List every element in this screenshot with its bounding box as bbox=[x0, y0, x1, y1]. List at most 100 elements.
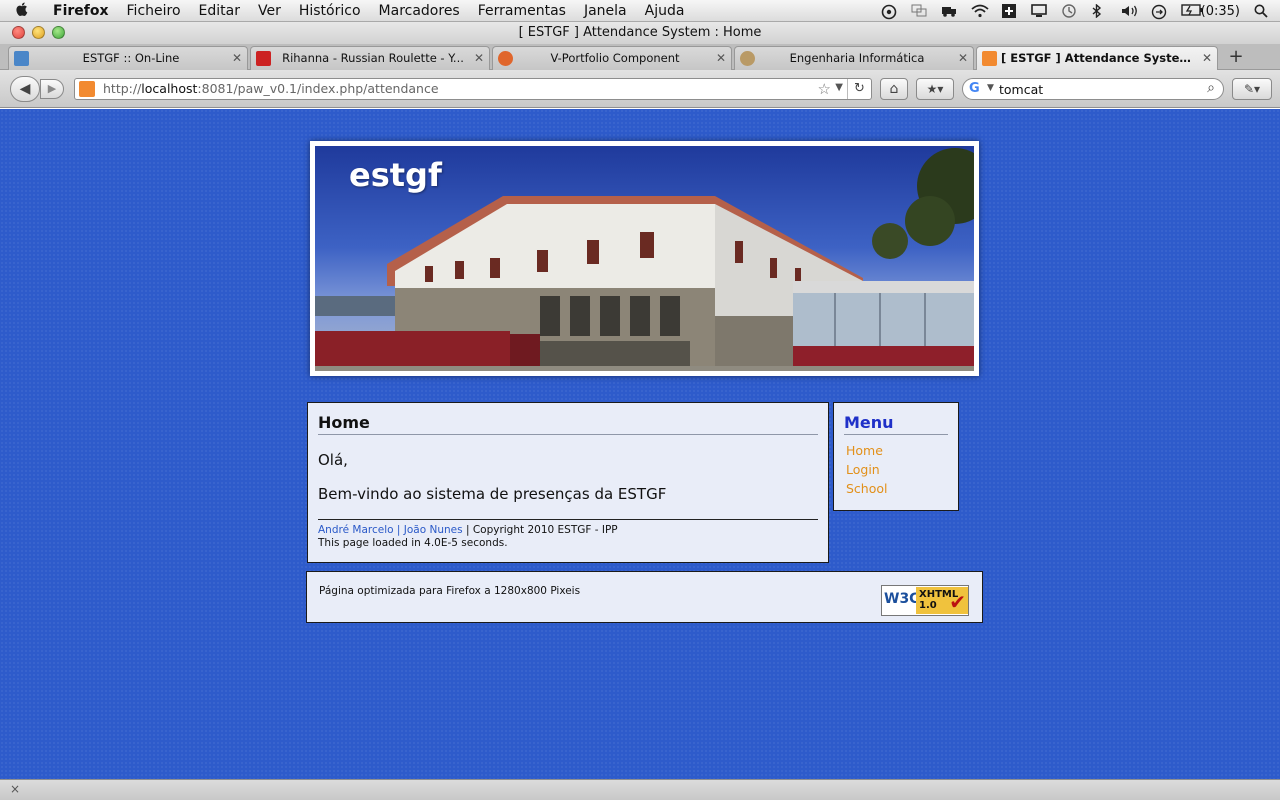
menu-janela[interactable]: Janela bbox=[575, 3, 636, 19]
close-addon-bar-icon[interactable]: × bbox=[10, 780, 20, 799]
menu-ajuda[interactable]: Ajuda bbox=[636, 3, 694, 19]
tab-attendance-active[interactable]: [ ESTGF ] Attendance System : ... ✕ bbox=[976, 46, 1218, 70]
gear-cog-icon[interactable] bbox=[881, 4, 897, 20]
menu-historico[interactable]: Histórico bbox=[290, 3, 370, 19]
window-titlebar: [ ESTGF ] Attendance System : Home bbox=[0, 22, 1280, 44]
home-button[interactable]: ⌂ bbox=[880, 78, 908, 100]
menu-ficheiro[interactable]: Ficheiro bbox=[118, 3, 190, 19]
author-link-joao[interactable]: João Nunes bbox=[404, 524, 463, 536]
joomla-icon bbox=[498, 51, 513, 66]
main-content-panel: Home Olá, Bem-vindo ao sistema de presen… bbox=[307, 402, 829, 563]
url-host: localhost bbox=[141, 81, 198, 96]
back-button[interactable]: ◀ bbox=[10, 76, 40, 102]
history-dropdown-icon[interactable]: ▼ bbox=[835, 82, 843, 93]
battery-time: (0:35) bbox=[1200, 3, 1240, 19]
battery-icon bbox=[1180, 4, 1202, 18]
menu-ferramentas[interactable]: Ferramentas bbox=[469, 3, 575, 19]
optimization-notice-panel: Página optimizada para Firefox a 1280x80… bbox=[306, 571, 983, 623]
volume-icon[interactable] bbox=[1121, 4, 1137, 18]
menu-heading: Menu bbox=[844, 413, 948, 435]
battery-indicator[interactable]: (0:35) bbox=[1180, 3, 1240, 19]
tab-close-icon[interactable]: ✕ bbox=[716, 47, 726, 69]
campus-building-image: estgf bbox=[315, 146, 974, 371]
menu-link-home[interactable]: Home bbox=[844, 441, 948, 460]
new-tab-button[interactable]: + bbox=[1222, 47, 1250, 69]
load-time-text: This page loaded in 4.0E-5 seconds. bbox=[318, 537, 508, 549]
status-tray: (0:35) bbox=[881, 0, 1270, 22]
menu-firefox[interactable]: Firefox bbox=[44, 3, 118, 19]
google-icon[interactable]: G bbox=[969, 81, 980, 96]
mac-menubar: Firefox Ficheiro Editar Ver Histórico Ma… bbox=[0, 0, 1280, 22]
bookmark-star-icon[interactable]: ☆ bbox=[818, 80, 831, 98]
search-bar[interactable]: G ▼ tomcat ⌕ bbox=[962, 78, 1224, 100]
close-window-button[interactable] bbox=[12, 26, 25, 39]
tab-close-icon[interactable]: ✕ bbox=[1202, 47, 1212, 69]
bookmarks-icon: ★▾ bbox=[926, 82, 944, 96]
status-bar: × bbox=[0, 779, 1280, 800]
menu-ver[interactable]: Ver bbox=[249, 3, 290, 19]
engine-dropdown-icon[interactable]: ▼ bbox=[987, 83, 994, 93]
w3c-logo: W3C bbox=[884, 591, 920, 607]
tab-title: Engenharia Informática bbox=[789, 51, 925, 65]
url-bar[interactable]: http://localhost:8081/paw_v0.1/index.php… bbox=[74, 78, 872, 100]
copyright-text: | Copyright 2010 ESTGF - IPP bbox=[465, 524, 618, 536]
tab-close-icon[interactable]: ✕ bbox=[958, 47, 968, 69]
tab-bar: ESTGF :: On-Line ✕ Rihanna - Russian Rou… bbox=[0, 44, 1280, 70]
menu-link-school[interactable]: School bbox=[844, 479, 948, 498]
reload-icon[interactable]: ↻ bbox=[847, 79, 871, 99]
tab-close-icon[interactable]: ✕ bbox=[474, 47, 484, 69]
apple-logo-icon bbox=[16, 2, 28, 16]
tab-title: V-Portfolio Component bbox=[550, 51, 680, 65]
xampp-icon bbox=[982, 51, 997, 66]
addon-button[interactable]: ✎▾ bbox=[1232, 78, 1272, 100]
addon-icon: ✎▾ bbox=[1243, 82, 1261, 96]
tab-close-icon[interactable]: ✕ bbox=[232, 47, 242, 69]
page-viewport: estgf Home Olá, Bem-vindo ao sistema de … bbox=[0, 109, 1280, 779]
youtube-icon bbox=[256, 51, 271, 66]
banner: estgf bbox=[310, 141, 979, 376]
site-identity-icon[interactable] bbox=[79, 81, 95, 97]
search-input[interactable]: tomcat bbox=[999, 82, 1043, 97]
sync-circle-icon[interactable] bbox=[1151, 4, 1167, 20]
search-icon[interactable]: ⌕ bbox=[1207, 80, 1215, 96]
nav-toolbar: ◀ ▶ http://localhost:8081/paw_v0.1/index… bbox=[0, 70, 1280, 108]
bookmarks-menu-button[interactable]: ★▾ bbox=[916, 78, 954, 100]
plus-box-icon[interactable] bbox=[1001, 4, 1017, 18]
menu-link-login[interactable]: Login bbox=[844, 460, 948, 479]
xhtml-version: 1.0 bbox=[919, 600, 937, 611]
tab-title: ESTGF :: On-Line bbox=[82, 51, 180, 65]
greeting-text: Olá, bbox=[318, 451, 348, 469]
estgf-logo: estgf bbox=[349, 156, 442, 194]
tab-estgf-online[interactable]: ESTGF :: On-Line ✕ bbox=[8, 46, 248, 70]
forward-button[interactable]: ▶ bbox=[40, 79, 64, 99]
w3c-xhtml-badge[interactable]: W3C XHTML 1.0 ✔ bbox=[881, 585, 969, 616]
apple-icon[interactable] bbox=[0, 1, 44, 21]
forward-arrow-icon: ▶ bbox=[47, 82, 57, 95]
time-machine-icon[interactable] bbox=[1061, 4, 1077, 18]
wifi-icon[interactable] bbox=[971, 4, 989, 18]
welcome-text: Bem-vindo ao sistema de presenças da EST… bbox=[318, 485, 667, 503]
url-prefix: http:// bbox=[103, 81, 142, 96]
tab-engenharia[interactable]: Engenharia Informática ✕ bbox=[734, 46, 974, 70]
windows-overlap-icon[interactable] bbox=[911, 4, 927, 18]
menu-editar[interactable]: Editar bbox=[190, 3, 249, 19]
page-title: Home bbox=[318, 413, 818, 435]
spotlight-search-icon[interactable] bbox=[1254, 4, 1270, 18]
window-title: [ ESTGF ] Attendance System : Home bbox=[518, 25, 762, 40]
tab-v-portfolio[interactable]: V-Portfolio Component ✕ bbox=[492, 46, 732, 70]
zoom-window-button[interactable] bbox=[52, 26, 65, 39]
book-icon bbox=[14, 51, 29, 66]
optimization-text: Página optimizada para Firefox a 1280x80… bbox=[319, 585, 581, 597]
tab-title: Rihanna - Russian Roulette - Y... bbox=[282, 51, 464, 65]
home-icon: ⌂ bbox=[889, 81, 899, 97]
bluetooth-icon[interactable] bbox=[1091, 3, 1107, 19]
minimize-window-button[interactable] bbox=[32, 26, 45, 39]
menu-marcadores[interactable]: Marcadores bbox=[370, 3, 469, 19]
truck-icon[interactable] bbox=[941, 4, 957, 18]
display-icon[interactable] bbox=[1030, 4, 1047, 18]
credits-footer: André Marcelo | João Nunes | Copyright 2… bbox=[318, 519, 818, 550]
checkmark-icon: ✔ bbox=[949, 590, 966, 614]
author-link-andre[interactable]: André Marcelo bbox=[318, 524, 394, 536]
tab-rihanna[interactable]: Rihanna - Russian Roulette - Y... ✕ bbox=[250, 46, 490, 70]
url-text[interactable]: http://localhost:8081/paw_v0.1/index.php… bbox=[103, 81, 439, 96]
